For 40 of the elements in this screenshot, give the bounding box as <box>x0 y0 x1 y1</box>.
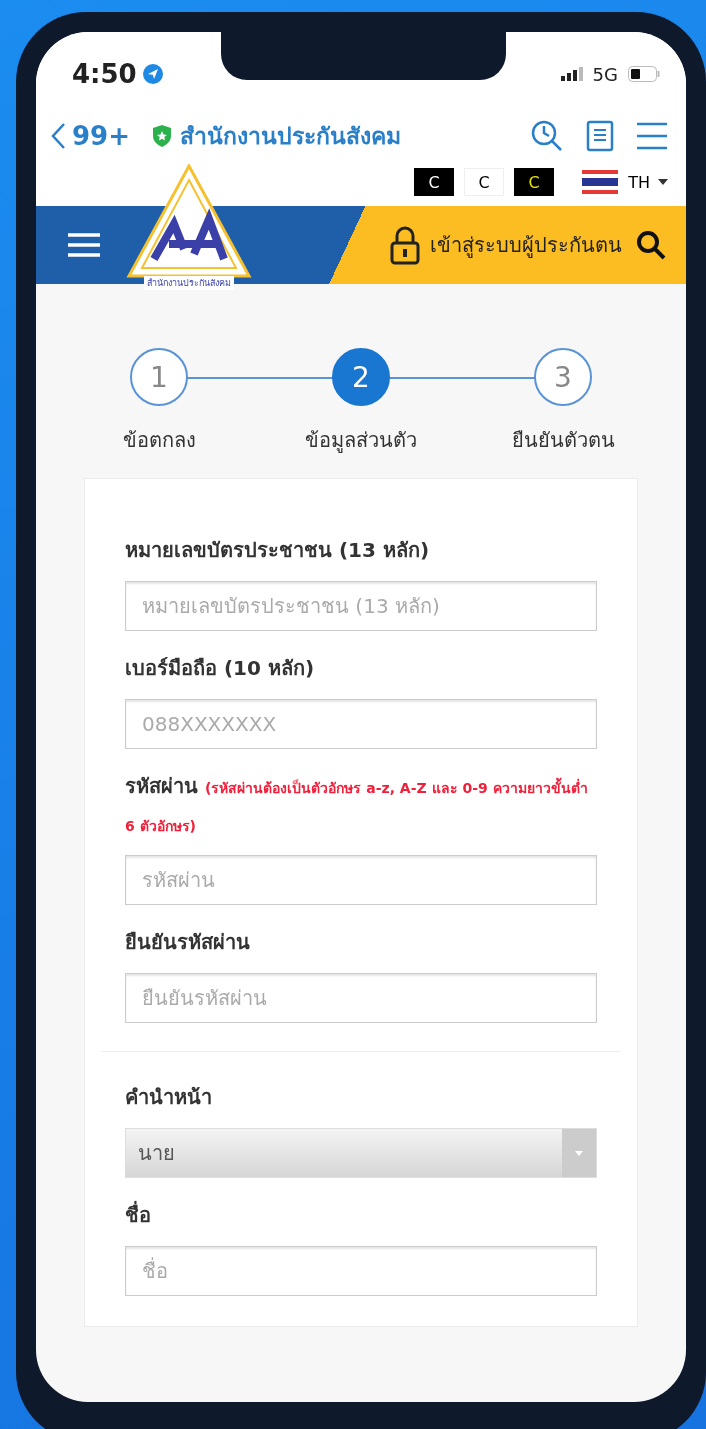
field-label: เบอร์มือถือ (10 หลัก) <box>125 655 316 682</box>
signal-icon <box>560 67 583 81</box>
contrast-button[interactable]: C <box>514 168 555 196</box>
flag-icon <box>582 170 619 194</box>
select-dropdown[interactable]: นาย <box>125 1128 597 1178</box>
caret-icon <box>575 1150 583 1156</box>
field-label: รหัสผ่าน (รหัสผ่านต้องเป็นตัวอักษร a-z, A-Z และ 0-9 ความยาวขั้นต่ำ 6 ตัวอักษร) <box>125 773 589 836</box>
step-indicator: 2 <box>332 348 390 406</box>
input-field[interactable]: ยืนยันรหัสผ่าน <box>125 973 597 1023</box>
step-label: ข้อมูลส่วนตัว <box>305 427 417 455</box>
field-label: คำนำหน้า <box>125 1084 213 1111</box>
contrast-button[interactable]: C <box>414 168 455 196</box>
padlock-icon <box>390 225 420 265</box>
shield-icon <box>151 124 172 148</box>
field-label: ยืนยันรหัสผ่าน <box>125 929 251 956</box>
status-time: 4:50 <box>72 59 137 89</box>
reader-icon[interactable] <box>586 120 614 152</box>
back-button[interactable]: 99+ <box>50 121 130 151</box>
search-icon[interactable] <box>636 230 666 260</box>
network-label: 5G <box>592 63 618 85</box>
field-label: หมายเลขบัตรประชาชน (13 หลัก) <box>125 537 431 564</box>
menu-icon[interactable] <box>636 121 668 151</box>
step-indicator: 1 <box>130 348 188 406</box>
contrast-button[interactable]: C <box>464 168 505 196</box>
input-field[interactable]: 088XXXXXXX <box>125 699 597 749</box>
input-field[interactable]: ชื่อ <box>125 1246 597 1296</box>
field-label: ชื่อ <box>125 1200 152 1229</box>
history-icon[interactable] <box>530 119 564 153</box>
login-link[interactable]: เข้าสู่ระบบผู้ประกันตน <box>390 225 622 265</box>
chevron-left-icon <box>50 122 66 150</box>
input-field[interactable]: รหัสผ่าน <box>125 855 597 905</box>
step-indicator: 3 <box>534 348 592 406</box>
site-title: สำนักงานประกันสังคม <box>179 122 401 151</box>
language-dropdown[interactable]: TH <box>628 172 668 192</box>
input-field[interactable]: หมายเลขบัตรประชาชน (13 หลัก) <box>125 581 597 631</box>
step-label: ข้อตกลง <box>122 427 196 454</box>
logo: สำนักงานประกันสังคม <box>124 164 254 290</box>
battery-icon <box>628 66 660 82</box>
caret-icon <box>658 179 668 185</box>
step-label: ยืนยันตัวตน <box>511 427 615 454</box>
